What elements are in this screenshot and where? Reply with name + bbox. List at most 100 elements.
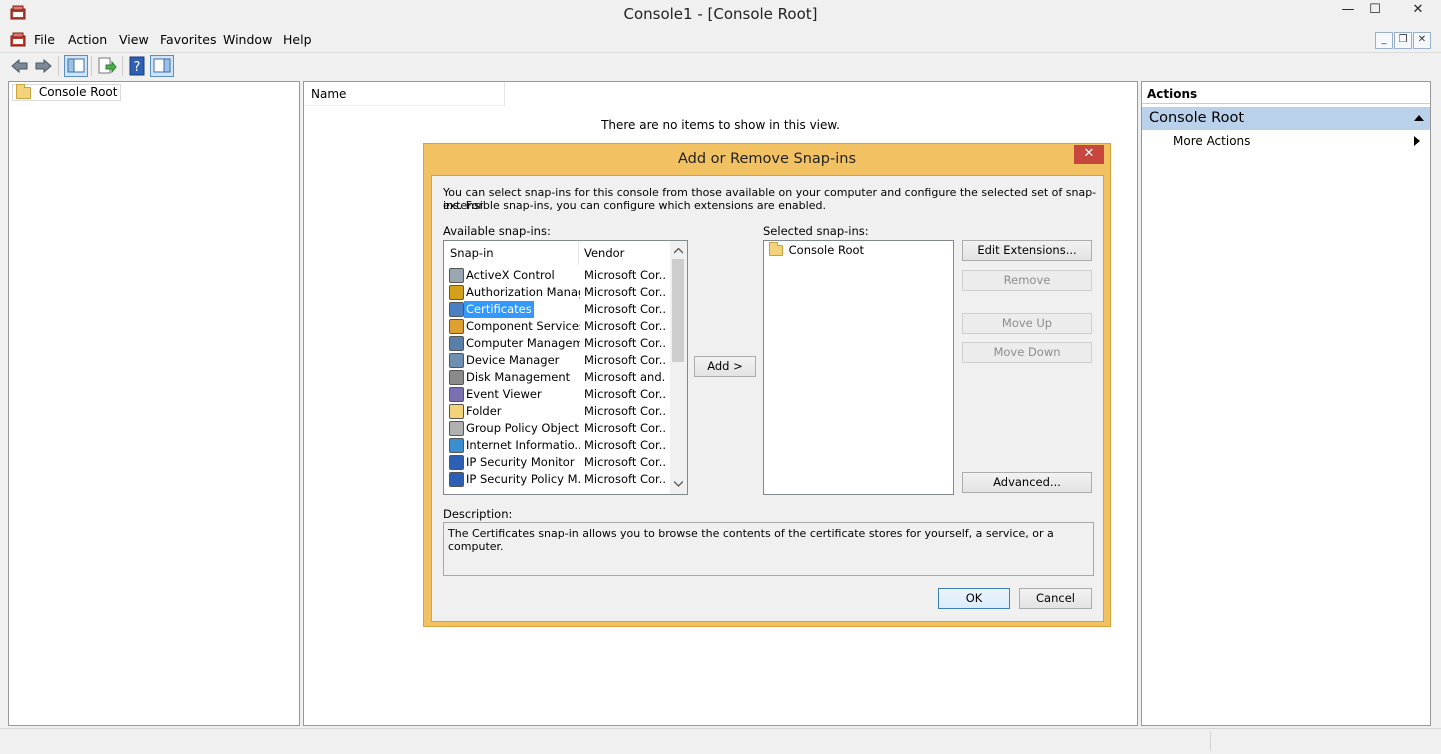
scroll-thumb[interactable]: [672, 259, 684, 362]
maximize-button[interactable]: ☐: [1360, 0, 1390, 22]
title-bar: Console1 - [Console Root] — ☐ ✕: [0, 0, 1441, 28]
console-tree-pane: Console Root: [8, 81, 300, 726]
snapin-vendor: Microsoft Cor...: [584, 336, 666, 350]
snapin-row[interactable]: Authorization Manager Microsoft Cor...: [444, 284, 670, 301]
selected-item-console-root[interactable]: Console Root: [769, 242, 864, 259]
cancel-button[interactable]: Cancel: [1019, 588, 1092, 609]
export-list-icon[interactable]: [97, 56, 117, 76]
actions-header: Actions: [1142, 82, 1430, 104]
console-menu-icon[interactable]: [10, 32, 26, 48]
status-bar: [0, 728, 1441, 754]
menu-window[interactable]: Window: [223, 32, 272, 47]
back-icon[interactable]: [10, 56, 30, 76]
tree-node-console-root[interactable]: Console Root: [12, 83, 122, 101]
tree-node-label: Console Root: [38, 85, 118, 99]
actions-section-title: Console Root: [1149, 110, 1245, 126]
column-header-snapin[interactable]: Snap-in: [444, 241, 579, 265]
snapin-row[interactable]: IP Security Policy M... Microsoft Cor...: [444, 471, 670, 488]
selected-snapins-label: Selected snap-ins:: [763, 224, 869, 238]
scroll-up-icon[interactable]: [674, 248, 683, 254]
snapin-name: Event Viewer: [466, 387, 542, 401]
mdi-minimize-button[interactable]: _: [1375, 32, 1393, 49]
available-snapins-label: Available snap-ins:: [443, 224, 551, 238]
snapin-row[interactable]: IP Security Monitor Microsoft Cor...: [444, 454, 670, 471]
snapin-name: Device Manager: [466, 353, 560, 367]
snapin-vendor: Microsoft Cor...: [584, 285, 666, 299]
selected-snapins-list[interactable]: Console Root: [763, 240, 954, 495]
window-title: Console1 - [Console Root]: [623, 5, 818, 23]
edit-extensions-button[interactable]: Edit Extensions...: [962, 240, 1092, 261]
computer-management-icon: [449, 336, 464, 351]
snapin-name: IP Security Monitor: [466, 455, 575, 469]
snapin-row[interactable]: Disk Management Microsoft and...: [444, 369, 670, 386]
snapin-vendor: Microsoft Cor...: [584, 455, 666, 469]
minimize-button[interactable]: —: [1333, 0, 1363, 22]
menu-file[interactable]: File: [34, 32, 55, 47]
snapin-name: Disk Management: [466, 370, 571, 384]
activex-icon: [449, 268, 464, 283]
empty-message: There are no items to show in this view.: [601, 118, 840, 132]
ip-security-policy-icon: [449, 472, 464, 487]
snapin-vendor: Microsoft Cor...: [584, 319, 666, 333]
move-up-button[interactable]: Move Up: [962, 313, 1092, 334]
show-hide-console-tree-icon[interactable]: [64, 55, 88, 77]
component-services-icon: [449, 319, 464, 334]
snapin-vendor: Microsoft Cor...: [584, 421, 666, 435]
collapse-icon[interactable]: [1414, 115, 1424, 121]
remove-button[interactable]: Remove: [962, 270, 1092, 291]
snapin-row[interactable]: Computer Managem... Microsoft Cor...: [444, 335, 670, 352]
action-more-actions[interactable]: More Actions: [1173, 134, 1430, 152]
add-button[interactable]: Add >: [694, 356, 756, 377]
dialog-body: You can select snap-ins for this console…: [431, 175, 1104, 622]
mdi-restore-button[interactable]: ❐: [1394, 32, 1412, 49]
snapin-vendor: Microsoft Cor...: [584, 353, 666, 367]
menu-bar: File Action View Favorites Window Help _…: [0, 29, 1441, 51]
menu-favorites[interactable]: Favorites: [160, 32, 216, 47]
description-label: Description:: [443, 507, 513, 521]
actions-section-console-root[interactable]: Console Root: [1142, 107, 1430, 130]
group-policy-icon: [449, 421, 464, 436]
snapin-row[interactable]: Certificates Microsoft Cor...: [444, 301, 670, 318]
snapin-row[interactable]: Internet Informatio... Microsoft Cor...: [444, 437, 670, 454]
snapin-name: Group Policy Object ...: [466, 421, 580, 435]
list-scrollbar[interactable]: [670, 241, 687, 494]
snapin-vendor: Microsoft and...: [584, 370, 666, 384]
submenu-arrow-icon: [1414, 136, 1420, 146]
menu-action[interactable]: Action: [68, 32, 107, 47]
column-header-name[interactable]: Name: [304, 82, 505, 106]
snapin-row[interactable]: Component Services Microsoft Cor...: [444, 318, 670, 335]
authorization-manager-icon: [449, 285, 464, 300]
available-snapins-list[interactable]: Snap-in Vendor ActiveX Control Microsoft …: [443, 240, 688, 495]
show-hide-action-pane-icon[interactable]: [150, 55, 174, 77]
snapin-row[interactable]: Group Policy Object ... Microsoft Cor...: [444, 420, 670, 437]
folder-icon: [449, 404, 464, 419]
mdi-close-button[interactable]: ✕: [1413, 32, 1431, 49]
snapin-vendor: Microsoft Cor...: [584, 387, 666, 401]
snapin-name: Internet Informatio...: [466, 438, 580, 452]
snapin-row[interactable]: Event Viewer Microsoft Cor...: [444, 386, 670, 403]
snapin-row[interactable]: Folder Microsoft Cor...: [444, 403, 670, 420]
snapin-row[interactable]: ActiveX Control Microsoft Cor...: [444, 267, 670, 284]
actions-pane: Actions Console Root More Actions: [1141, 81, 1431, 726]
status-divider: [1210, 731, 1211, 751]
snapin-name: Computer Managem...: [466, 336, 580, 350]
menu-help[interactable]: Help: [283, 32, 312, 47]
description-box: The Certificates snap-in allows you to b…: [443, 522, 1094, 576]
column-header-vendor[interactable]: Vendor: [580, 241, 670, 265]
snapin-row[interactable]: Device Manager Microsoft Cor...: [444, 352, 670, 369]
dialog-close-button[interactable]: ✕: [1074, 145, 1104, 164]
snapin-name: IP Security Policy M...: [466, 472, 580, 486]
close-button[interactable]: ✕: [1395, 0, 1441, 22]
snapin-vendor: Microsoft Cor...: [584, 302, 666, 316]
ok-button[interactable]: OK: [938, 588, 1010, 609]
snapin-vendor: Microsoft Cor...: [584, 268, 666, 282]
snapin-name: Authorization Manager: [466, 285, 580, 299]
move-down-button[interactable]: Move Down: [962, 342, 1092, 363]
more-actions-label: More Actions: [1173, 134, 1251, 148]
advanced-button[interactable]: Advanced...: [962, 472, 1092, 493]
scroll-down-icon[interactable]: [674, 481, 683, 487]
snapin-name: Certificates: [464, 301, 534, 318]
help-icon[interactable]: ?: [128, 56, 148, 76]
menu-view[interactable]: View: [119, 32, 149, 47]
forward-icon[interactable]: [33, 56, 53, 76]
